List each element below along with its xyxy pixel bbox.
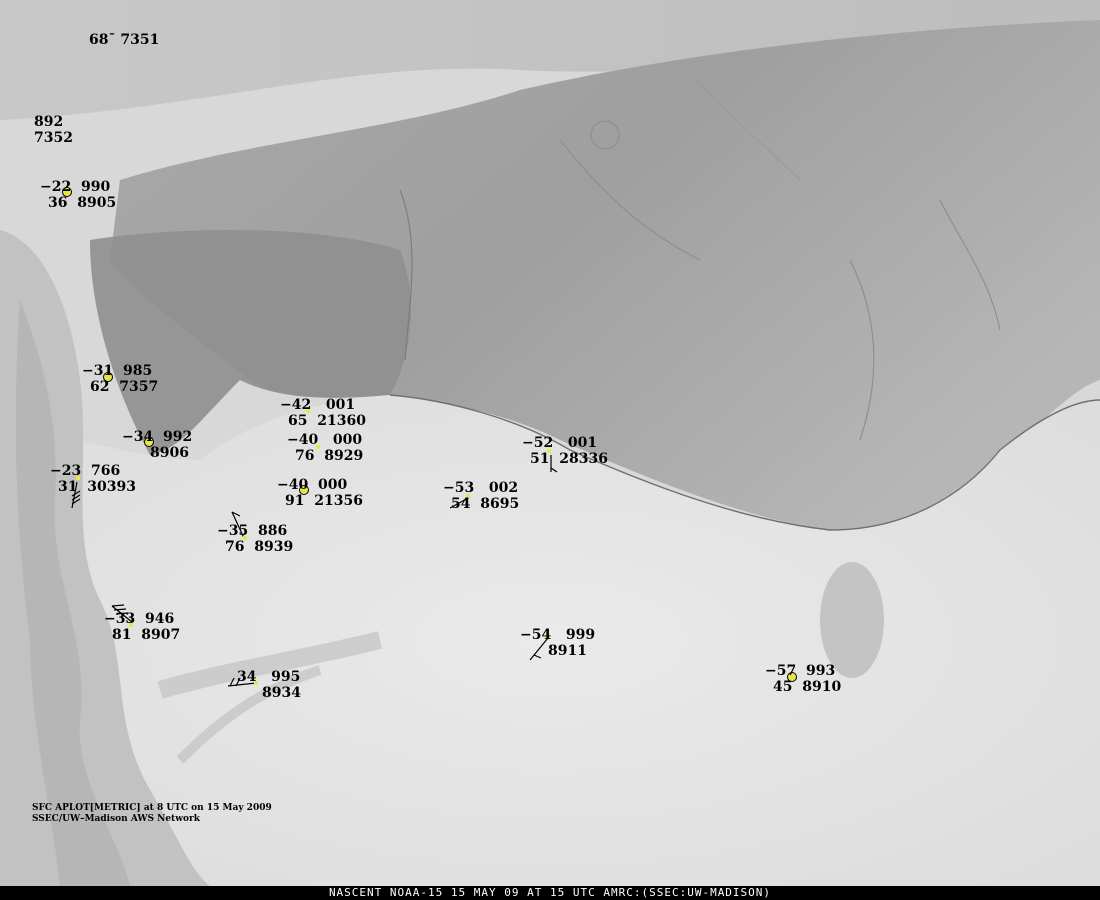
plot-credit-line1: SFC APLOT[METRIC] at 8 UTC on 15 May 200… — [32, 803, 272, 813]
station-8905-line2: 36 8905 — [48, 195, 117, 211]
station-28336-line2: 51 28336 — [530, 451, 608, 467]
image-footer-caption: NASCENT NOAA-15 15 MAY 09 AT 15 UTC AMRC… — [0, 886, 1100, 900]
station-21356-line1: −40 000 — [277, 477, 348, 493]
station-21356-line2: 91 21356 — [285, 493, 363, 509]
station-8929-line2: 76 8929 — [295, 448, 364, 464]
station-8910-line1: −57 993 — [765, 663, 836, 679]
station-7352-line1: 892 — [34, 114, 64, 130]
station-8695-line2: 54 8695 — [451, 496, 520, 512]
station-28336-line1: −52 001 — [522, 435, 598, 451]
satellite-map: 68ˉ 7351 892 7352 −22 990 36 8905 −31 985 62 7… — [0, 0, 1100, 900]
plot-credit-line2: SSEC/UW–Madison AWS Network — [32, 814, 200, 824]
station-8695-line1: −53 002 — [443, 480, 519, 496]
station-8939-line1: −35 886 — [217, 523, 288, 539]
station-8907-line1: −33 946 — [104, 611, 175, 627]
station-8934-line2: 8934 — [262, 685, 301, 701]
station-21360-line1: −42 001 — [280, 397, 356, 413]
station-7351-line1: 68ˉ 7351 — [89, 32, 160, 48]
station-30393-line2: 31 30393 — [58, 479, 136, 495]
station-30393-line1: −23 766 — [50, 463, 121, 479]
station-8929-line1: −40 000 — [287, 432, 363, 448]
station-8911-line1: −54 999 — [520, 627, 596, 643]
station-8907-line2: 81 8907 — [112, 627, 181, 643]
station-8905-line1: −22 990 — [40, 179, 111, 195]
station-8939-line2: 76 8939 — [225, 539, 294, 555]
station-7357-line1: −31 985 — [82, 363, 153, 379]
station-8906-line2: 8906 — [150, 445, 189, 461]
station-8906-line1: −34 992 — [122, 429, 193, 445]
station-8934-line1: 34 995 — [237, 669, 301, 685]
station-8910-line2: 45 8910 — [773, 679, 842, 695]
station-7357-line2: 62 7357 — [90, 379, 159, 395]
station-21360-line2: 65 21360 — [288, 413, 366, 429]
station-8911-line2: 8911 — [548, 643, 587, 659]
station-7352-line2: 7352 — [34, 130, 73, 146]
